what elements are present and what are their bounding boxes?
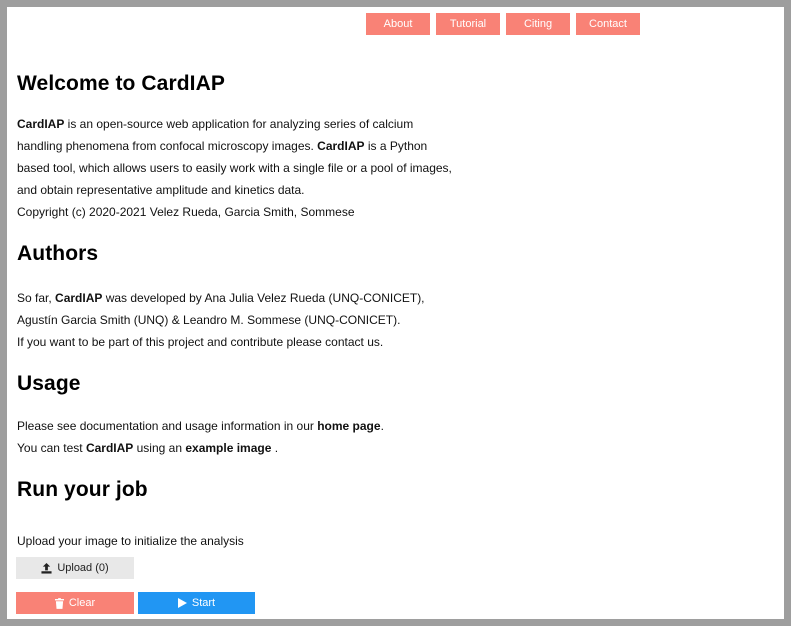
welcome-line-2: handling phenomena from confocal microsc… [17,135,452,157]
trash-icon [54,597,64,609]
upload-icon [41,562,52,574]
usage-text-1b: . [380,419,384,433]
welcome-paragraph: CardIAP is an open-source web applicatio… [17,113,452,223]
start-label: Start [191,597,216,609]
usage-paragraph: Please see documentation and usage infor… [17,415,384,459]
welcome-title: Welcome to CardIAP [17,72,225,95]
welcome-line-1: CardIAP is an open-source web applicatio… [17,113,452,135]
app-name: CardIAP [17,117,65,131]
page-frame: About Tutorial Citing Contact Welcome to… [7,7,784,619]
start-button[interactable]: Start [138,592,255,614]
nav-about-button[interactable]: About [366,13,430,35]
app-name: CardIAP [317,139,365,153]
authors-paragraph: So far, CardIAP was developed by Ana Jul… [17,287,425,353]
play-icon [177,598,187,608]
authors-text-1a: So far, [17,291,56,305]
authors-title: Authors [17,242,99,265]
copyright-text: Copyright (c) 2020-2021 Velez Rueda, Gar… [17,205,355,219]
welcome-text-3: is a Python [364,139,428,153]
top-nav: About Tutorial Citing Contact [7,13,784,37]
usage-title: Usage [17,372,81,395]
authors-line-3: If you want to be part of this project a… [17,335,384,349]
authors-line-2: Agustín Garcia Smith (UNQ) & Leandro M. … [17,313,401,327]
nav-tutorial-button[interactable]: Tutorial [436,13,500,35]
welcome-text-1: is an open-source web application for an… [64,117,414,131]
clear-button[interactable]: Clear [16,592,134,614]
clear-label: Clear [68,597,96,609]
app-name: CardIAP [85,441,134,455]
usage-line-1: Please see documentation and usage infor… [17,415,384,437]
nav-contact-button[interactable]: Contact [576,13,640,35]
authors-text-1b: was developed by Ana Julia Velez Rueda (… [102,291,425,305]
app-name: CardIAP [55,291,103,305]
upload-button[interactable]: Upload (0) [16,557,134,579]
run-job-title: Run your job [17,478,148,501]
welcome-line-4: and obtain representative amplitude and … [17,183,305,197]
example-image-link[interactable]: example image [185,441,271,455]
welcome-line-3: based tool, which allows users to easily… [17,161,452,175]
home-page-link[interactable]: home page [317,419,380,433]
usage-text-1a: Please see documentation and usage infor… [17,419,318,433]
welcome-text-2: handling phenomena from confocal microsc… [17,139,318,153]
usage-text-2c: . [271,441,279,455]
usage-text-2b: using an [133,441,186,455]
upload-label: Upload (0) [57,562,109,574]
upload-instruction: Upload your image to initialize the anal… [17,534,244,548]
usage-line-2: You can test CardIAP using an example im… [17,437,384,459]
authors-line-1: So far, CardIAP was developed by Ana Jul… [17,287,425,309]
nav-citing-button[interactable]: Citing [506,13,570,35]
usage-text-2a: You can test [17,441,86,455]
